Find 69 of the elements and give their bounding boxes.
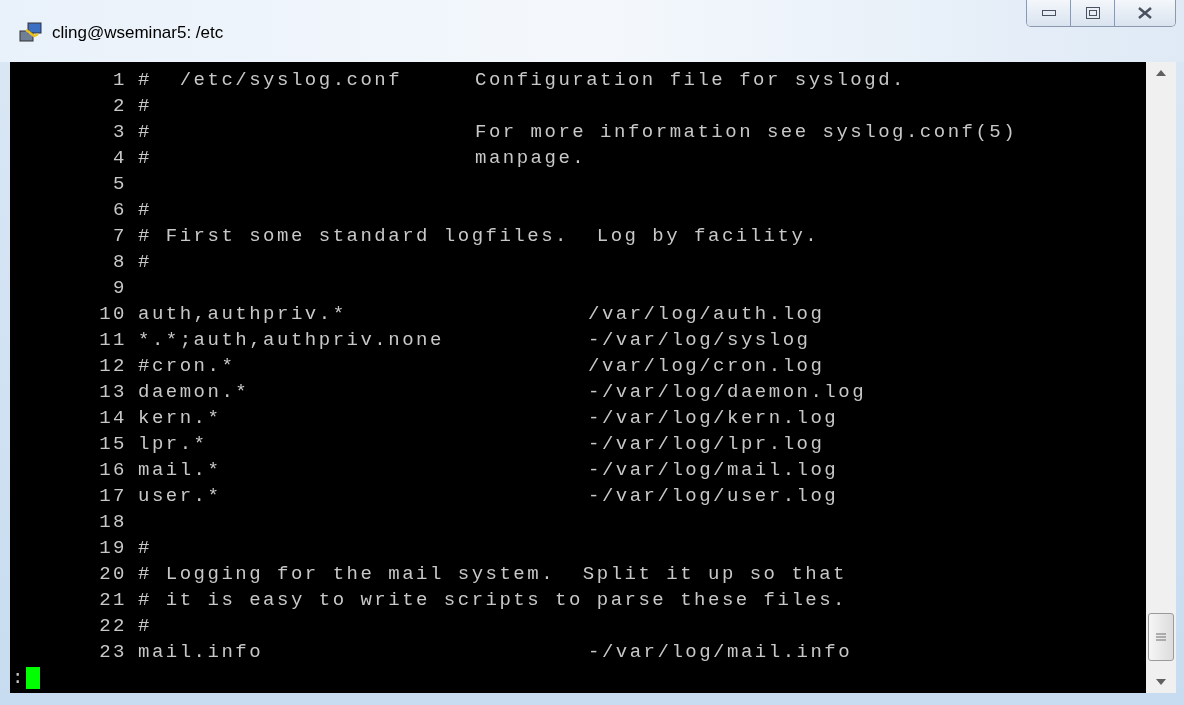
line-number: 9 xyxy=(112,276,127,301)
comment-text: manpage. xyxy=(475,146,587,171)
line-number: 10 xyxy=(98,302,127,327)
code-text: # xyxy=(138,614,152,639)
code-text: # /etc/syslog.conf xyxy=(138,68,404,93)
line-number: 4 xyxy=(112,146,127,171)
line-number: 19 xyxy=(98,536,127,561)
close-icon xyxy=(1138,7,1152,19)
code-text: # it is easy to write scripts to parse these files. xyxy=(138,588,847,613)
code-text: daemon.* xyxy=(138,380,251,405)
text-cursor xyxy=(25,667,40,689)
line-number: 2 xyxy=(112,94,127,119)
comment-text: Configuration file for syslogd. xyxy=(475,68,906,93)
code-text: # xyxy=(138,120,153,145)
code-text: lpr.* xyxy=(138,432,209,457)
code-text: mail.info xyxy=(138,640,265,665)
line-number: 14 xyxy=(98,406,127,431)
grip-icon xyxy=(1156,633,1166,641)
line-number: 5 xyxy=(112,172,127,197)
log-path: /var/log/auth.log xyxy=(588,302,825,327)
maximize-icon xyxy=(1085,7,1100,19)
line-number: 3 xyxy=(112,120,127,145)
log-path: -/var/log/lpr.log xyxy=(588,432,825,457)
code-text: *.*;auth,authpriv.none xyxy=(138,328,445,353)
window-title: cling@wseminar5: /etc xyxy=(52,22,224,44)
line-number: 21 xyxy=(98,588,127,613)
code-text: user.* xyxy=(138,484,223,509)
code-text: # xyxy=(138,146,153,171)
line-number: 6 xyxy=(112,198,127,223)
minimize-button[interactable] xyxy=(1027,0,1071,26)
close-button[interactable] xyxy=(1115,0,1175,26)
code-text: # xyxy=(138,250,152,275)
code-text: # xyxy=(138,198,152,223)
line-number: 7 xyxy=(112,224,127,249)
line-number: 12 xyxy=(98,354,127,379)
code-text: mail.* xyxy=(138,458,223,483)
log-path: -/var/log/daemon.log xyxy=(588,380,867,405)
log-path: -/var/log/user.log xyxy=(588,484,839,509)
code-text: # xyxy=(138,536,152,561)
line-number: 20 xyxy=(98,562,127,587)
prompt-text: : xyxy=(11,666,26,691)
line-number: 11 xyxy=(98,328,127,353)
line-number: 15 xyxy=(98,432,127,457)
line-number: 17 xyxy=(98,484,127,509)
line-number: 16 xyxy=(98,458,127,483)
code-text: kern.* xyxy=(138,406,223,431)
line-number: 8 xyxy=(112,250,127,275)
comment-text: For more information see syslog.conf(5) xyxy=(475,120,1018,145)
log-path: -/var/log/syslog xyxy=(588,328,811,353)
minimize-icon xyxy=(1041,10,1056,16)
code-text: # First some standard logfiles. Log by facility. xyxy=(138,224,820,249)
line-number: 13 xyxy=(98,380,127,405)
scroll-down-icon[interactable] xyxy=(1156,679,1166,685)
code-text: # Logging for the mail system. Split it up so that xyxy=(138,562,847,587)
scroll-thumb[interactable] xyxy=(1148,613,1174,661)
line-number: 18 xyxy=(98,510,127,535)
line-number: 1 xyxy=(112,68,127,93)
line-number: 23 xyxy=(98,640,127,665)
terminal-app-icon xyxy=(18,20,44,45)
log-path: -/var/log/mail.log xyxy=(588,458,839,483)
log-path: -/var/log/mail.info xyxy=(588,640,853,665)
log-path: -/var/log/kern.log xyxy=(588,406,839,431)
maximize-button[interactable] xyxy=(1071,0,1115,26)
code-text: #cron.* xyxy=(138,354,237,379)
code-text: auth,authpriv.* xyxy=(138,302,348,327)
scroll-up-icon[interactable] xyxy=(1156,70,1166,76)
code-text: # xyxy=(138,94,152,119)
log-path: /var/log/cron.log xyxy=(588,354,825,379)
line-number: 22 xyxy=(98,614,127,639)
